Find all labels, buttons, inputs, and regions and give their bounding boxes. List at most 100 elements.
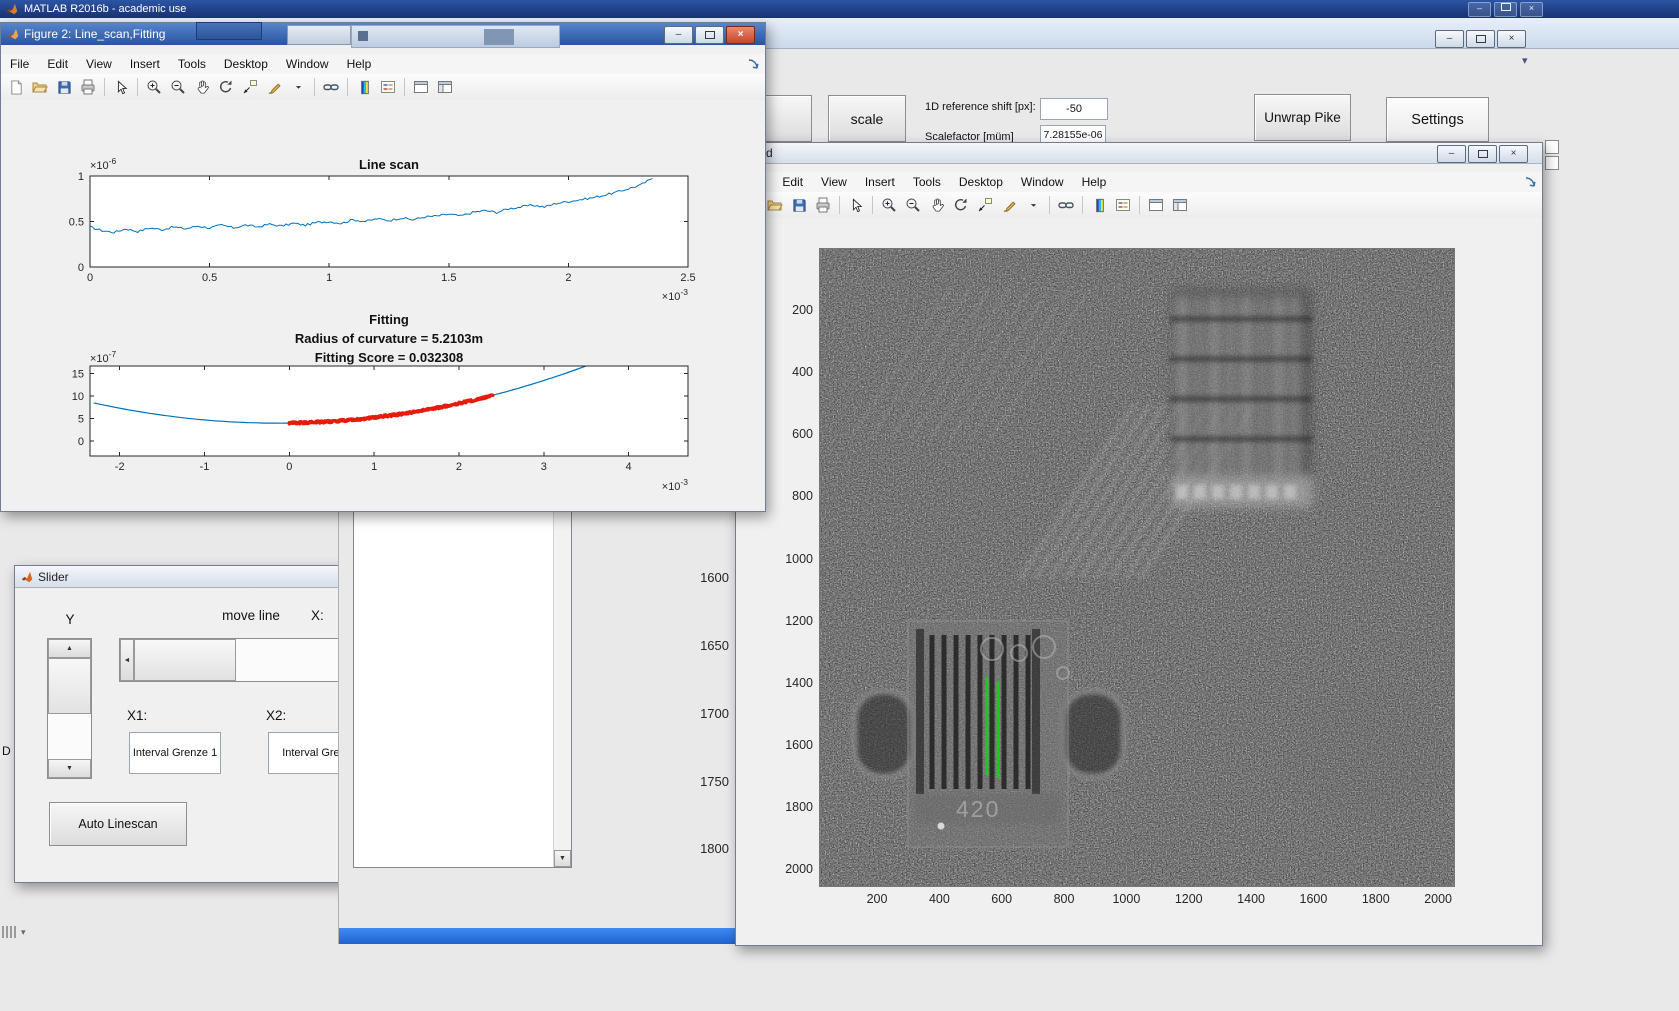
dock-figure-icon[interactable] <box>1524 176 1536 188</box>
minimize-button[interactable]: – <box>1468 1 1491 17</box>
taskbar-spacer <box>1543 2 1673 17</box>
open-folder-icon[interactable] <box>764 195 786 215</box>
dropdown-caret-icon[interactable] <box>287 77 309 97</box>
close-button[interactable]: × <box>1499 145 1528 163</box>
menu-view[interactable]: View <box>77 55 121 73</box>
rotate-3d-icon[interactable] <box>215 77 237 97</box>
print-icon[interactable] <box>812 195 834 215</box>
pan-icon[interactable] <box>191 77 213 97</box>
data-cursor-icon[interactable] <box>974 195 996 215</box>
image-window-titlebar[interactable]: d – × <box>736 143 1542 164</box>
print-icon[interactable] <box>77 77 99 97</box>
docked-window-icon[interactable] <box>1545 156 1559 170</box>
show-plot-tools-icon[interactable] <box>434 77 456 97</box>
slider-window-titlebar[interactable]: Slider <box>15 566 361 588</box>
legend-icon[interactable] <box>377 77 399 97</box>
move-line-label: move line <box>222 608 280 623</box>
fitting-chart[interactable]: -2 -1 0 1 2 3 4 0 5 10 15 ×10-7 ×10-3 Fitting Radius o… <box>60 308 720 506</box>
arrow-left-icon: ◄ <box>123 656 131 664</box>
zoom-out-icon[interactable] <box>902 195 924 215</box>
minimize-button[interactable]: – <box>1437 145 1466 163</box>
legend-icon[interactable] <box>1112 195 1134 215</box>
auto-linescan-button[interactable]: Auto Linescan <box>49 802 187 846</box>
dropdown-caret-icon[interactable] <box>1022 195 1044 215</box>
slider-thumb[interactable] <box>134 639 236 681</box>
menu-insert[interactable]: Insert <box>856 173 904 191</box>
line-scan-chart[interactable]: 0 0.5 1 1.5 2 2.5 0 0.5 1 ×10-6 ×10-3 Line scan <box>60 153 720 307</box>
menu-edit[interactable]: Edit <box>38 55 77 73</box>
slider-left-button[interactable]: ◄ <box>120 639 134 681</box>
link-plot-icon[interactable] <box>320 77 342 97</box>
ref-shift-field[interactable] <box>1040 98 1108 120</box>
splitter-grip[interactable]: ▾ <box>2 926 26 938</box>
zoom-out-icon[interactable] <box>167 77 189 97</box>
menu-desktop[interactable]: Desktop <box>950 173 1012 191</box>
minimize-button[interactable]: – <box>1435 30 1464 48</box>
brush-icon[interactable] <box>263 77 285 97</box>
zoom-in-icon[interactable] <box>143 77 165 97</box>
dock-figure-icon[interactable] <box>747 58 759 70</box>
brush-icon[interactable] <box>998 195 1020 215</box>
toolbar-separator <box>872 196 873 214</box>
docked-window-icon[interactable] <box>1545 140 1559 154</box>
slider-window: Slider Y move line X: ▲ ▼ ◄ X1: X2: Auto… <box>14 565 362 883</box>
slider-down-button[interactable]: ▼ <box>48 759 91 778</box>
menu-file[interactable]: File <box>1 55 38 73</box>
open-folder-icon[interactable] <box>29 77 51 97</box>
minimize-button[interactable]: – <box>664 26 693 44</box>
menu-window[interactable]: Window <box>277 55 338 73</box>
rotate-3d-icon[interactable] <box>950 195 972 215</box>
colorbar-icon[interactable] <box>353 77 375 97</box>
new-file-icon[interactable] <box>5 77 27 97</box>
y-tick-label: 15 <box>72 369 84 381</box>
menu-tools[interactable]: Tools <box>169 55 215 73</box>
background-window-fragment[interactable] <box>351 25 560 48</box>
menu-view[interactable]: View <box>812 173 856 191</box>
pan-icon[interactable] <box>926 195 948 215</box>
menu-insert[interactable]: Insert <box>121 55 169 73</box>
menu-help[interactable]: Help <box>1073 173 1116 191</box>
background-window-fragment[interactable] <box>196 22 262 40</box>
axis-exponent-label: ×10-7 <box>90 349 117 365</box>
axis-tick-label: 1800 <box>700 841 729 856</box>
restore-button[interactable] <box>1468 145 1497 163</box>
save-icon[interactable] <box>788 195 810 215</box>
hologram-image[interactable]: 420 <box>819 248 1455 887</box>
cursor-icon[interactable] <box>845 195 867 215</box>
menu-desktop[interactable]: Desktop <box>215 55 277 73</box>
menu-tools[interactable]: Tools <box>904 173 950 191</box>
unwrap-pike-button[interactable]: Unwrap Pike <box>1254 94 1351 141</box>
slider-thumb[interactable] <box>48 658 91 714</box>
x-slider[interactable]: ◄ <box>119 638 359 682</box>
save-icon[interactable] <box>53 77 75 97</box>
menu-edit[interactable]: Edit <box>773 173 812 191</box>
scale-button[interactable]: scale <box>828 95 906 142</box>
menu-help[interactable]: Help <box>338 55 381 73</box>
cursor-icon[interactable] <box>110 77 132 97</box>
chevron-down-icon[interactable]: ▾ <box>1522 54 1528 67</box>
close-button[interactable]: × <box>1497 30 1526 48</box>
partial-text-d: D <box>2 744 11 758</box>
background-window-fragment[interactable] <box>287 25 351 45</box>
link-plot-icon[interactable] <box>1055 195 1077 215</box>
maximize-button[interactable] <box>1494 1 1517 17</box>
colorbar-icon[interactable] <box>1088 195 1110 215</box>
settings-button[interactable]: Settings <box>1386 97 1489 142</box>
data-cursor-icon[interactable] <box>239 77 261 97</box>
y-slider[interactable]: ▲ ▼ <box>47 638 92 779</box>
interval-grenze-1-field[interactable] <box>129 732 221 774</box>
hide-plot-tools-icon[interactable] <box>410 77 432 97</box>
menu-window[interactable]: Window <box>1012 173 1073 191</box>
close-button[interactable]: × <box>1520 1 1543 17</box>
close-button[interactable]: × <box>726 26 755 44</box>
taskbar[interactable]: MATLAB R2016b - academic use – × <box>0 0 1679 18</box>
y-tick-label: 10 <box>72 391 84 403</box>
slider-up-button[interactable]: ▲ <box>48 639 91 658</box>
x-tick-label: 3 <box>541 461 547 473</box>
hide-plot-tools-icon[interactable] <box>1145 195 1167 215</box>
zoom-in-icon[interactable] <box>878 195 900 215</box>
scroll-down-button[interactable]: ▼ <box>554 850 571 867</box>
show-plot-tools-icon[interactable] <box>1169 195 1191 215</box>
restore-button[interactable] <box>1466 30 1495 48</box>
maximize-button[interactable] <box>695 26 724 44</box>
